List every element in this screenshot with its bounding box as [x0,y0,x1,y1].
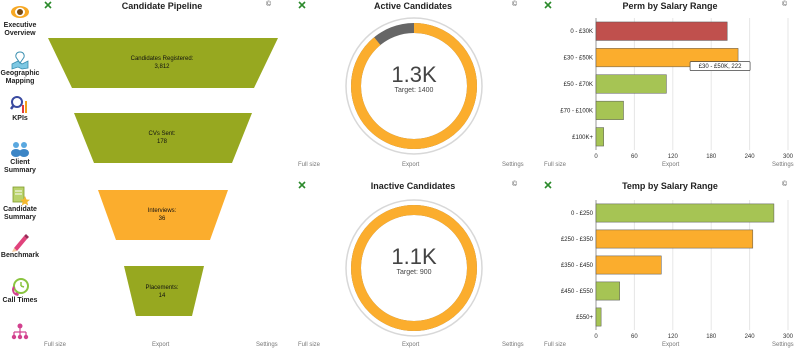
org-chart-icon [11,323,29,340]
x-tick-label: 300 [783,154,794,160]
export-link[interactable]: Export [662,162,679,168]
x-tick-label: 180 [706,154,717,160]
bar[interactable] [595,255,662,275]
temp-salary-panel: Temp by Salary Range © 0 60 120 180 240 300 0 … [542,180,798,352]
category-label: £50 - £70K [564,82,593,88]
x-tick-label: 60 [631,154,638,160]
funnel-label-cvs: CVs Sent: 178 [102,130,222,146]
nav-geographic-mapping[interactable]: Geographic Mapping [0,50,40,86]
pencil-icon [12,234,29,252]
stage-name: CVs Sent: [148,131,176,137]
nav-label: Client Summary [4,159,36,174]
nav-label: Executive Overview [3,22,37,37]
x-tick-label: 60 [631,334,638,340]
nav-label: Geographic Mapping [0,70,40,85]
stage-name: Placements: [145,285,179,291]
bar[interactable] [595,281,620,301]
phone-clock-icon [12,278,29,296]
nav-candidate-summary[interactable]: Candidate Summary [0,186,40,222]
settings-link[interactable]: Settings [502,162,524,168]
active-target: Target: 1400 [394,87,434,94]
x-tick-label: 240 [745,334,756,340]
bar[interactable] [595,127,604,147]
stage-value: 3,812 [154,64,170,70]
people-icon [11,142,29,157]
sidebar: Executive Overview Geographic Mapping KP… [0,0,40,352]
stage-value: 36 [158,216,166,222]
x-tick-label: 240 [745,154,756,160]
bar[interactable] [595,74,667,94]
nav-executive-overview[interactable]: Executive Overview [0,2,40,38]
tooltip-text: £30 - £50K, 222 [699,64,742,70]
settings-link[interactable]: Settings [502,342,524,348]
perm-bar-chart: 0 60 120 180 240 300 0 - £30K £30 - £50K £50 - £… [560,18,794,160]
funnel-label-placements: Placements: 14 [102,284,222,300]
active-candidates-panel: Active Candidates © 1.3K Target: 1400 Fu… [296,0,530,176]
stage-value: 14 [158,293,166,299]
stage-name: Interviews: [147,208,177,214]
full-size-link[interactable]: Full size [298,162,320,168]
pipeline-panel: Candidate Pipeline © Candidates Register… [42,0,282,352]
stage-value: 178 [156,139,167,145]
funnel-chart [48,38,278,316]
settings-link[interactable]: Settings [772,342,794,348]
inactive-candidates-panel: Inactive Candidates © 1.1K Target: 900 F… [296,180,530,352]
category-label: £100K+ [572,135,593,141]
category-label: £550+ [576,315,593,321]
category-label: £250 - £350 [561,237,594,243]
export-link[interactable]: Export [402,162,419,168]
category-label: 0 - £30K [570,29,593,35]
inactive-target: Target: 900 [396,269,432,276]
nav-label: Candidate Summary [3,206,37,221]
category-label: £30 - £50K [564,56,593,62]
bar[interactable] [595,307,602,327]
magnifier-chart-icon [10,96,27,113]
nav-benchmark[interactable]: Benchmark [0,232,40,260]
nav-kpis[interactable]: KPIs [0,95,40,123]
category-label: 0 - £250 [571,211,594,217]
nav-label: Call Times [2,297,38,304]
nav-call-times[interactable]: Call Times [0,277,40,305]
stage-name: Candidates Registered: [130,56,194,62]
inactive-value: 1.1K [391,244,437,269]
nav-label: Benchmark [0,252,40,259]
category-label: £70 - £100K [560,108,593,114]
nav-label: KPIs [12,115,28,122]
category-label: £450 - £550 [561,289,594,295]
bar[interactable] [595,203,775,223]
x-tick-label: 120 [668,154,679,160]
nav-org-chart[interactable] [0,322,40,342]
export-link[interactable]: Export [402,342,419,348]
eye-icon [11,6,29,18]
full-size-link[interactable]: Full size [44,342,66,348]
export-link[interactable]: Export [662,342,679,348]
nav-client-summary[interactable]: Client Summary [0,139,40,175]
active-value: 1.3K [391,62,437,87]
export-link[interactable]: Export [152,342,169,348]
bar[interactable] [595,229,754,249]
x-tick-label: 0 [594,334,598,340]
full-size-link[interactable]: Full size [544,162,566,168]
funnel-label-interviews: Interviews: 36 [102,207,222,223]
x-tick-label: 180 [706,334,717,340]
settings-link[interactable]: Settings [772,162,794,168]
bar[interactable] [595,21,728,41]
full-size-link[interactable]: Full size [298,342,320,348]
x-tick-label: 300 [783,334,794,340]
funnel-label-registered: Candidates Registered: 3,812 [102,55,222,71]
perm-salary-panel: Perm by Salary Range © 0 60 120 180 240 300 0 … [542,0,798,176]
temp-bar-chart: 0 60 120 180 240 300 0 - £250 £250 - £350 £350 -… [561,200,794,340]
map-pin-icon [11,51,29,70]
document-star-icon [12,186,30,206]
settings-link[interactable]: Settings [256,342,278,348]
bar[interactable] [595,100,624,120]
x-tick-label: 0 [594,154,598,160]
x-tick-label: 120 [668,334,679,340]
category-label: £350 - £450 [561,263,594,269]
full-size-link[interactable]: Full size [544,342,566,348]
